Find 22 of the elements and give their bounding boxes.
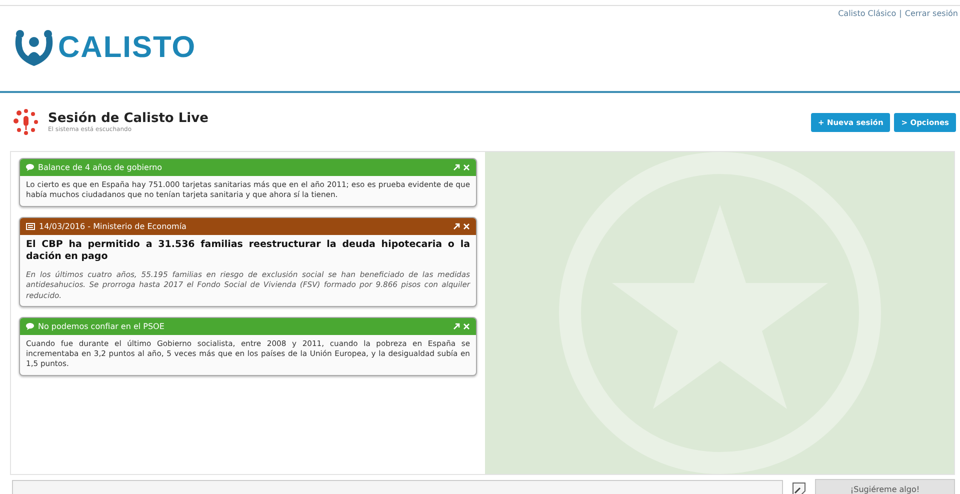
- speech-bubble-icon: [26, 322, 34, 330]
- microphone-icon: [12, 108, 40, 136]
- calisto-logo: CALISTO: [12, 28, 196, 68]
- card-title: No podemos confiar en el PSOE: [38, 322, 166, 331]
- input-field[interactable]: [12, 480, 783, 494]
- session-title: Sesión de Calisto Live: [48, 111, 208, 126]
- card-title: Balance de 4 años de gobierno: [38, 163, 164, 172]
- close-icon[interactable]: [463, 322, 470, 330]
- news-headline: El CBP ha permitido a 31.536 familias reestructurar la deuda hipotecaria o la dación en pago: [26, 238, 470, 264]
- suggest-button[interactable]: ¡Sugiéreme algo!: [815, 479, 955, 494]
- newspaper-icon: [26, 222, 35, 230]
- expand-icon[interactable]: [453, 222, 460, 230]
- classic-link[interactable]: Calisto Clásico: [838, 9, 896, 18]
- expand-icon[interactable]: [453, 164, 460, 171]
- note-icon[interactable]: [791, 481, 807, 494]
- expand-icon[interactable]: [453, 322, 460, 330]
- close-icon[interactable]: [463, 222, 470, 230]
- card-title: 14/03/2016 - Ministerio de Economía: [39, 222, 188, 230]
- logout-link[interactable]: Cerrar sesión: [904, 9, 958, 18]
- link-separator: |: [899, 9, 902, 18]
- speech-bubble-icon: [26, 164, 34, 171]
- close-icon[interactable]: [463, 164, 470, 171]
